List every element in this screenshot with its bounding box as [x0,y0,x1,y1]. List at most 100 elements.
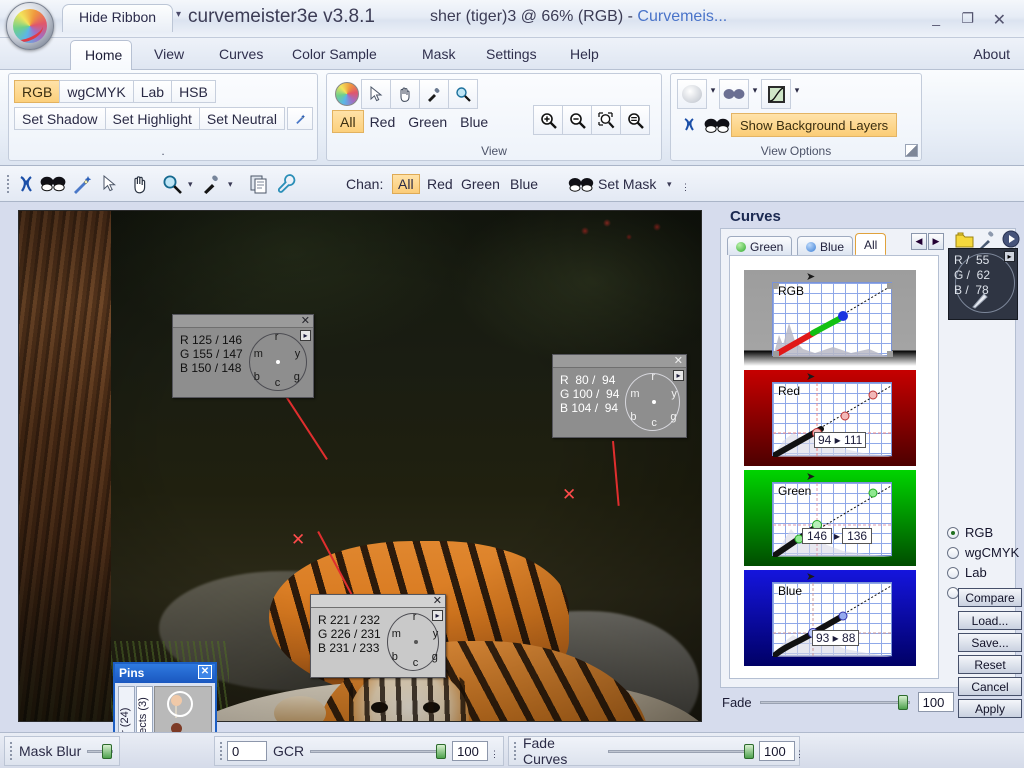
curve-blue-value[interactable]: 93 ▸ 88 [812,630,860,646]
show-background-layers-button[interactable]: Show Background Layers [731,113,898,137]
set-mask-icon[interactable] [568,172,594,196]
toolbar-grip[interactable] [6,172,10,196]
tab-view[interactable]: View [140,40,198,70]
toolbar-eyedropper-dropdown-icon[interactable]: ▾ [228,172,233,196]
cancel-button[interactable]: Cancel [958,677,1022,696]
tab-help[interactable]: Help [556,40,613,70]
fade-curves-value-input[interactable] [759,741,795,761]
colorspace-hsb-button[interactable]: HSB [171,80,216,103]
sample-1-expand-icon[interactable]: ▸ [300,330,311,341]
toolbar-eyedropper-icon[interactable] [202,172,222,196]
curves-tab-green[interactable]: Green [727,236,793,255]
sample-2-titlebar[interactable]: ✕ [553,355,686,368]
fade-curves-slider[interactable] [608,744,755,759]
grayscale-preview-icon[interactable] [677,79,707,109]
arrow-cursor-icon[interactable] [361,79,391,109]
title-dropdown-icon[interactable]: ▾ [176,9,181,20]
tab-mask[interactable]: Mask [408,40,469,70]
gcr-grip[interactable] [219,741,223,761]
curve-thumbnail-green[interactable]: ➤ Green 146 ▸ 136 [744,470,916,566]
color-sample-popup-2[interactable]: ✕ R 80 / 94 G 100 / 94 B 104 / 94 r y g c … [552,354,687,438]
mask-blur-slider[interactable] [87,744,114,759]
toolbar-channel-all[interactable]: All [392,172,420,196]
curve-thumbnail-blue[interactable]: ➤ Blue 93 ▸ 88 [744,570,916,666]
view-channel-green[interactable]: Green [401,110,454,133]
grayscale-preview-dropdown-icon[interactable]: ▾ [706,79,720,102]
toolbar-pin-icon[interactable] [16,172,38,196]
set-mask-button[interactable]: Set Mask [598,172,656,196]
curvemeister-orb-icon[interactable] [332,79,362,109]
fade-curves-grip[interactable] [513,741,517,761]
about-link[interactable]: About [973,46,1010,62]
list-item[interactable] [167,691,193,718]
dialog-launcher-icon[interactable] [905,144,918,157]
gcr-value-input[interactable] [452,741,489,761]
pin-icon[interactable] [677,110,703,140]
mask-glasses-icon[interactable] [702,110,732,140]
toolbar-wrench-icon[interactable] [278,172,296,196]
save-button[interactable]: Save... [958,633,1022,652]
hand-pan-icon[interactable] [390,79,420,109]
apply-button[interactable]: Apply [958,699,1022,718]
fade-curves-overflow-button[interactable]: ⋮ [795,749,804,760]
color-readout-expand-icon[interactable]: ▸ [1004,251,1015,262]
toolbar-wand-icon[interactable] [72,172,92,196]
curve-graph-icon[interactable] [761,79,791,109]
curves-prev-button[interactable]: ◀ [911,233,927,250]
gcr-left-input[interactable] [227,741,267,761]
close-button[interactable]: ✕ [993,10,1006,30]
gcr-overflow-button[interactable]: ⋮ [490,749,499,760]
set-highlight-button[interactable]: Set Highlight [104,107,200,130]
curves-next-button[interactable]: ▶ [928,233,944,250]
colorspace-wgcmyk-button[interactable]: wgCMYK [59,80,134,103]
toolbar-zoom-magnifier-icon[interactable] [162,172,182,196]
set-neutral-button[interactable]: Set Neutral [198,107,285,130]
maximize-button[interactable]: ❐ [961,10,974,27]
zoom-out-icon[interactable] [562,105,592,135]
hide-ribbon-button[interactable]: Hide Ribbon [62,4,174,32]
tab-home[interactable]: Home [70,40,132,70]
load-button[interactable]: Load... [958,611,1022,630]
color-sample-popup-3[interactable]: ✕ R 221 / 232 G 226 / 231 B 231 / 233 r y … [310,594,446,678]
close-icon[interactable]: ✕ [198,665,212,679]
close-icon[interactable]: ✕ [674,354,683,367]
set-shadow-button[interactable]: Set Shadow [14,107,106,130]
tab-curves[interactable]: Curves [205,40,277,70]
compare-button[interactable]: Compare [958,588,1022,607]
close-icon[interactable]: ✕ [301,314,310,327]
mask-blur-grip[interactable] [9,741,13,761]
sample-2-expand-icon[interactable]: ▸ [673,370,684,381]
minimize-button[interactable]: _ [932,10,940,26]
mask-glasses-icon[interactable] [719,79,749,109]
zoom-fit-icon[interactable] [591,105,621,135]
color-mode-rgb[interactable]: RGB [947,525,1019,540]
toolbar-channel-green[interactable]: Green [456,172,505,196]
auto-wand-icon[interactable] [286,107,313,130]
tab-settings[interactable]: Settings [472,40,551,70]
curve-red-value[interactable]: 94 ▸ 111 [814,432,867,448]
color-mode-lab[interactable]: Lab [947,565,1019,580]
toolbar-mask-glasses-icon[interactable] [40,172,66,196]
sample-1-titlebar[interactable]: ✕ [173,315,313,328]
sample-3-expand-icon[interactable]: ▸ [432,610,443,621]
fade-slider[interactable] [759,695,910,710]
curves-tab-all[interactable]: All [855,233,887,256]
toolbar-copy-icon[interactable] [250,172,268,196]
mask-dropdown-icon[interactable]: ▾ [748,79,762,102]
toolbar-channel-red[interactable]: Red [422,172,458,196]
toolbar-arrow-cursor-icon[interactable] [102,172,118,196]
toolbar-hand-pan-icon[interactable] [130,172,150,196]
tab-color-sample[interactable]: Color Sample [278,40,391,70]
color-readout[interactable]: R / 55 G / 62 B / 78 ▸ [948,248,1018,320]
zoom-magnifier-icon[interactable] [448,79,478,109]
curve-graph-dropdown-icon[interactable]: ▾ [790,79,804,102]
curve-thumbnail-rgb[interactable]: ➤ RGB [744,270,916,366]
eyedropper-icon[interactable] [419,79,449,109]
gcr-slider[interactable] [310,744,447,759]
zoom-in-icon[interactable] [533,105,563,135]
curves-tab-blue[interactable]: Blue [797,236,854,255]
toolbar-overflow-button[interactable]: ⋮ [681,182,690,193]
application-orb-icon[interactable] [6,2,54,50]
color-mode-wgcmyk[interactable]: wgCMYK [947,545,1019,560]
pins-panel-titlebar[interactable]: Pins ✕ [115,664,215,683]
